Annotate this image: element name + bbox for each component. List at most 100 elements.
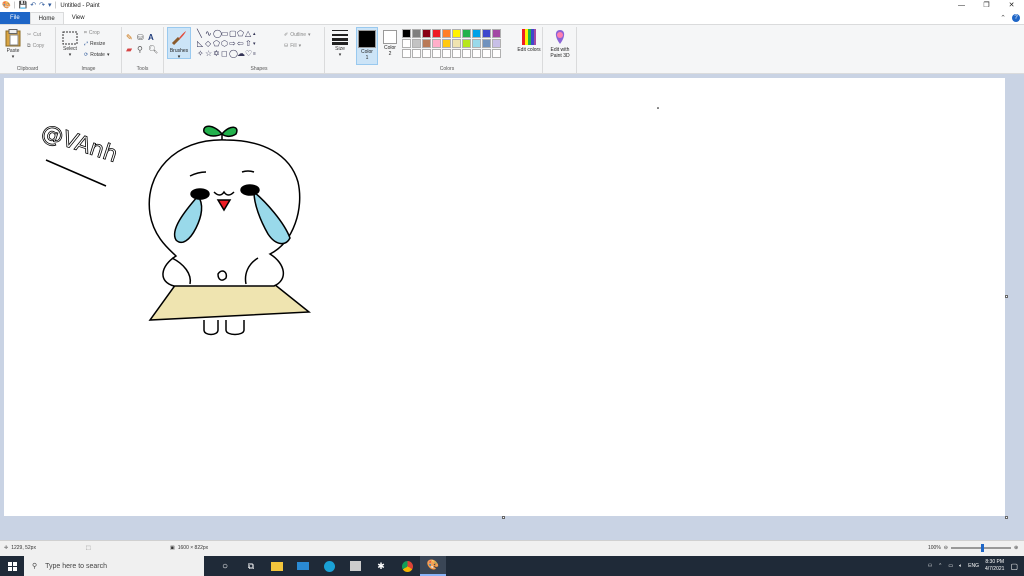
people-icon[interactable]: ⚇	[928, 563, 932, 569]
clock[interactable]: 8:30 PM 4/7/2021	[985, 559, 1004, 573]
notification-icon[interactable]: ▢	[1010, 562, 1018, 571]
heart-shape-icon[interactable]: ♡	[245, 49, 253, 59]
outline-icon: ✐	[284, 32, 289, 38]
hexagon-shape-icon[interactable]: ⬡	[221, 39, 229, 49]
brushes-button[interactable]: Brushes ▾	[167, 27, 191, 60]
close-button[interactable]: ✕	[999, 0, 1024, 12]
ribbon: Paste ▾ ✂ Cut ⧉ Copy Clipboard Select ▾ ⌗ C…	[0, 24, 1024, 74]
undo-icon[interactable]: ↶	[30, 0, 36, 12]
workspace: @VAnh	[0, 74, 1024, 540]
resize-handle-corner[interactable]	[1005, 516, 1008, 519]
volume-icon[interactable]: 🔈︎	[959, 563, 962, 569]
zoom-in-icon[interactable]: ⊕	[1014, 545, 1018, 551]
tab-view[interactable]: View	[64, 12, 93, 24]
mail-icon[interactable]	[290, 556, 316, 576]
collapse-ribbon-icon[interactable]: ⌃	[1000, 14, 1006, 22]
brush-icon	[171, 31, 186, 46]
rotate-button[interactable]: ⟳ Rotate ▾	[84, 51, 109, 59]
select-button[interactable]: Select ▾	[60, 31, 80, 58]
right-eye-shape	[240, 184, 260, 196]
five-point-star-shape-icon[interactable]: ☆	[205, 49, 213, 59]
fill-icon: ⛁	[284, 43, 289, 49]
polygon-shape-icon[interactable]: ⬠	[237, 29, 245, 39]
left-arrow-shape-icon[interactable]: ⇦	[237, 39, 245, 49]
tray-overflow-icon[interactable]: ⌃	[938, 563, 942, 569]
triangle-shape-icon[interactable]: △	[245, 29, 253, 39]
resize-handle-right[interactable]	[1005, 295, 1008, 298]
fill-button[interactable]: ⛁ Fill ▾	[284, 42, 301, 50]
more-shapes-icon[interactable]: ≡	[253, 49, 261, 59]
cut-button[interactable]: ✂ Cut	[27, 31, 41, 39]
canvas-size: ▣ 1600 × 822px	[170, 545, 209, 551]
crying-character-drawing	[148, 125, 312, 336]
windows-logo-icon	[7, 561, 17, 571]
edge-icon[interactable]	[316, 556, 342, 576]
ribbon-right-icons: ⌃ ?	[1000, 14, 1020, 22]
fill-bucket-icon[interactable]: ⛁	[137, 33, 148, 45]
line-shape-icon[interactable]: ╲	[197, 29, 205, 39]
cortana-icon[interactable]: ○	[212, 556, 238, 576]
ribbon-tabs: File Home View ⌃ ?	[0, 12, 1024, 24]
maximize-button[interactable]: ❐	[974, 0, 999, 12]
right-triangle-shape-icon[interactable]: ◺	[197, 39, 205, 49]
text-tool-icon[interactable]: A	[148, 33, 159, 45]
chrome-icon[interactable]	[394, 556, 420, 576]
resize-handle-bottom[interactable]	[502, 516, 505, 519]
tab-file[interactable]: File	[0, 12, 30, 24]
magnifier-icon[interactable]: 🔍︎	[148, 45, 159, 57]
divider: |	[54, 2, 57, 9]
help-icon[interactable]: ?	[1012, 14, 1020, 22]
signature-drawing: @VAnh	[38, 120, 121, 187]
cloud-callout-shape-icon[interactable]: ☁	[237, 49, 245, 59]
zoom-slider-thumb[interactable]	[981, 544, 984, 552]
zoom-slider[interactable]	[951, 544, 1011, 552]
size-button[interactable]: Size ▾	[329, 29, 351, 58]
redo-icon[interactable]: ↷	[39, 0, 45, 12]
resize-icon: ⤢	[84, 41, 89, 47]
window-controls: — ❐ ✕	[949, 0, 1024, 12]
oval-callout-shape-icon[interactable]: ◯	[229, 49, 238, 59]
minimize-button[interactable]: —	[949, 0, 974, 12]
six-point-star-shape-icon[interactable]: ✡	[213, 49, 221, 59]
drawing-canvas[interactable]: @VAnh	[4, 78, 1008, 519]
zoom-out-icon[interactable]: ⊖	[944, 545, 948, 551]
copy-button[interactable]: ⧉ Copy	[27, 42, 44, 50]
file-explorer-icon[interactable]	[264, 556, 290, 576]
color-picker-icon[interactable]: ⚲	[137, 45, 148, 57]
curve-shape-icon[interactable]: ∿	[205, 29, 213, 39]
customize-qat-icon[interactable]: ▾	[48, 0, 52, 12]
store-icon[interactable]	[342, 556, 368, 576]
tab-home[interactable]: Home	[29, 12, 64, 24]
network-icon[interactable]: ▭	[948, 563, 953, 569]
rectangle-shape-icon[interactable]: ▭	[221, 29, 229, 39]
resize-button[interactable]: ⤢ Resize	[84, 40, 105, 48]
paint-taskbar-icon[interactable]: 🎨	[420, 556, 446, 576]
diamond-shape-icon[interactable]: ◇	[205, 39, 213, 49]
taskbar-search-box[interactable]: ⚲ Type here to search	[24, 556, 204, 576]
up-arrow-shape-icon[interactable]: ⇧	[245, 39, 253, 49]
head-shape	[148, 139, 301, 287]
edit-with-paint3d-button[interactable]: Edit with Paint 3D	[545, 29, 575, 59]
crop-button[interactable]: ⌗ Crop	[84, 29, 100, 37]
stray-dot-mark	[657, 107, 659, 109]
right-arrow-shape-icon[interactable]: ⇨	[229, 39, 237, 49]
rotate-icon: ⟳	[84, 52, 89, 58]
task-view-icon[interactable]: ⧉	[238, 556, 264, 576]
language-indicator[interactable]: ENG	[968, 563, 979, 569]
shapes-gallery[interactable]: ╲ ∿ ◯ ▭ ▢ ⬠ △ ▴ ◺ ◇ ⬠ ⬡ ⇨ ⇦ ⇧ ▾ ✧ ☆ ✡ ◻ …	[197, 29, 283, 59]
scroll-up-icon[interactable]: ▴	[253, 29, 261, 39]
pinned-app-icon[interactable]: ✱	[368, 556, 394, 576]
rounded-rectangle-shape-icon[interactable]: ▢	[229, 29, 237, 39]
save-icon[interactable]: 💾	[19, 0, 28, 12]
four-point-star-shape-icon[interactable]: ✧	[197, 49, 205, 59]
scroll-down-icon[interactable]: ▾	[253, 39, 261, 49]
pencil-icon[interactable]: ✎	[126, 33, 137, 45]
eraser-icon[interactable]: ▰	[126, 45, 137, 57]
pentagon-shape-icon[interactable]: ⬠	[213, 39, 221, 49]
outline-button[interactable]: ✐ Outline ▾	[284, 31, 311, 39]
paste-button[interactable]: Paste ▾	[3, 29, 23, 60]
oval-shape-icon[interactable]: ◯	[213, 29, 222, 39]
cursor-position-icon: ✛	[4, 545, 9, 551]
start-button[interactable]	[0, 556, 24, 576]
callout-shape-icon[interactable]: ◻	[221, 49, 229, 59]
